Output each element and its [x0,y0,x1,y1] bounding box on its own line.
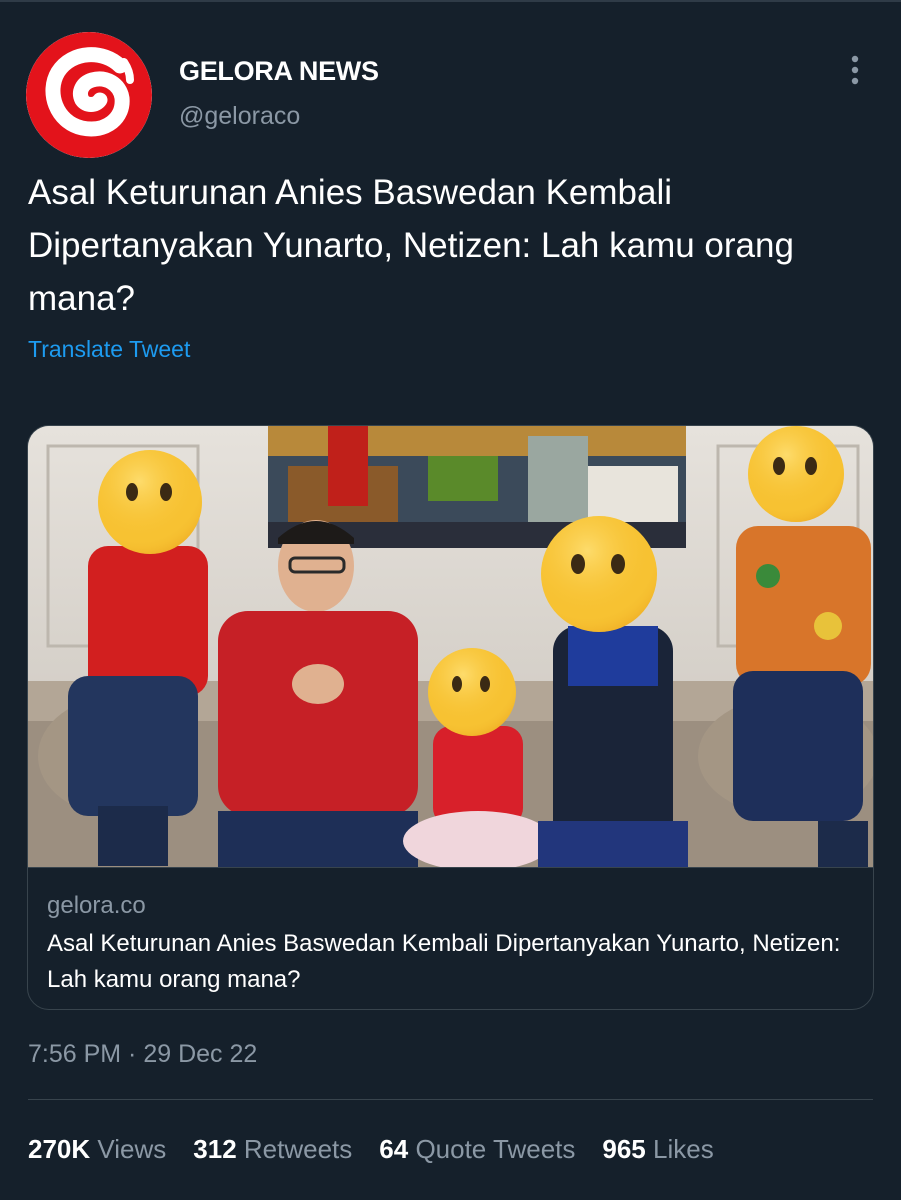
gelora-logo-icon [26,32,152,158]
stat-value: 312 [193,1134,244,1164]
stat-value: 64 [379,1134,416,1164]
stat-value: 965 [602,1134,653,1164]
stat-label: Views [97,1134,167,1164]
divider [28,1099,873,1100]
author-name[interactable]: GELORA NEWS [179,56,379,87]
more-button[interactable] [838,52,872,88]
card-photo [28,426,873,868]
engagement-stats: 270K Views 312 Retweets 64 Quote Tweets … [28,1134,714,1165]
card-domain: gelora.co [47,892,146,919]
card-image[interactable] [28,426,873,868]
stat-views[interactable]: 270K Views [28,1134,166,1165]
card-title: Asal Keturunan Anies Baswedan Kembali Di… [47,930,841,993]
stat-quote-tweets[interactable]: 64 Quote Tweets [379,1134,575,1165]
avatar[interactable] [26,32,152,158]
translate-tweet-link[interactable]: Translate Tweet [28,336,190,363]
more-vertical-icon [851,55,859,85]
stat-label: Likes [653,1134,714,1164]
stat-label: Retweets [243,1134,353,1164]
top-divider [0,0,901,2]
stat-value: 270K [28,1134,98,1164]
tweet-text: Asal Keturunan Anies Baswedan Kembali Di… [28,173,794,318]
stat-retweets[interactable]: 312 Retweets [193,1134,352,1165]
author-handle[interactable]: @geloraco [179,102,300,131]
stat-label: Quote Tweets [415,1134,576,1164]
stat-likes[interactable]: 965 Likes [602,1134,713,1165]
tweet-timestamp[interactable]: 7:56 PM · 29 Dec 22 [28,1040,257,1069]
link-preview-card[interactable]: gelora.co Asal Keturunan Anies Baswedan … [27,425,874,1010]
